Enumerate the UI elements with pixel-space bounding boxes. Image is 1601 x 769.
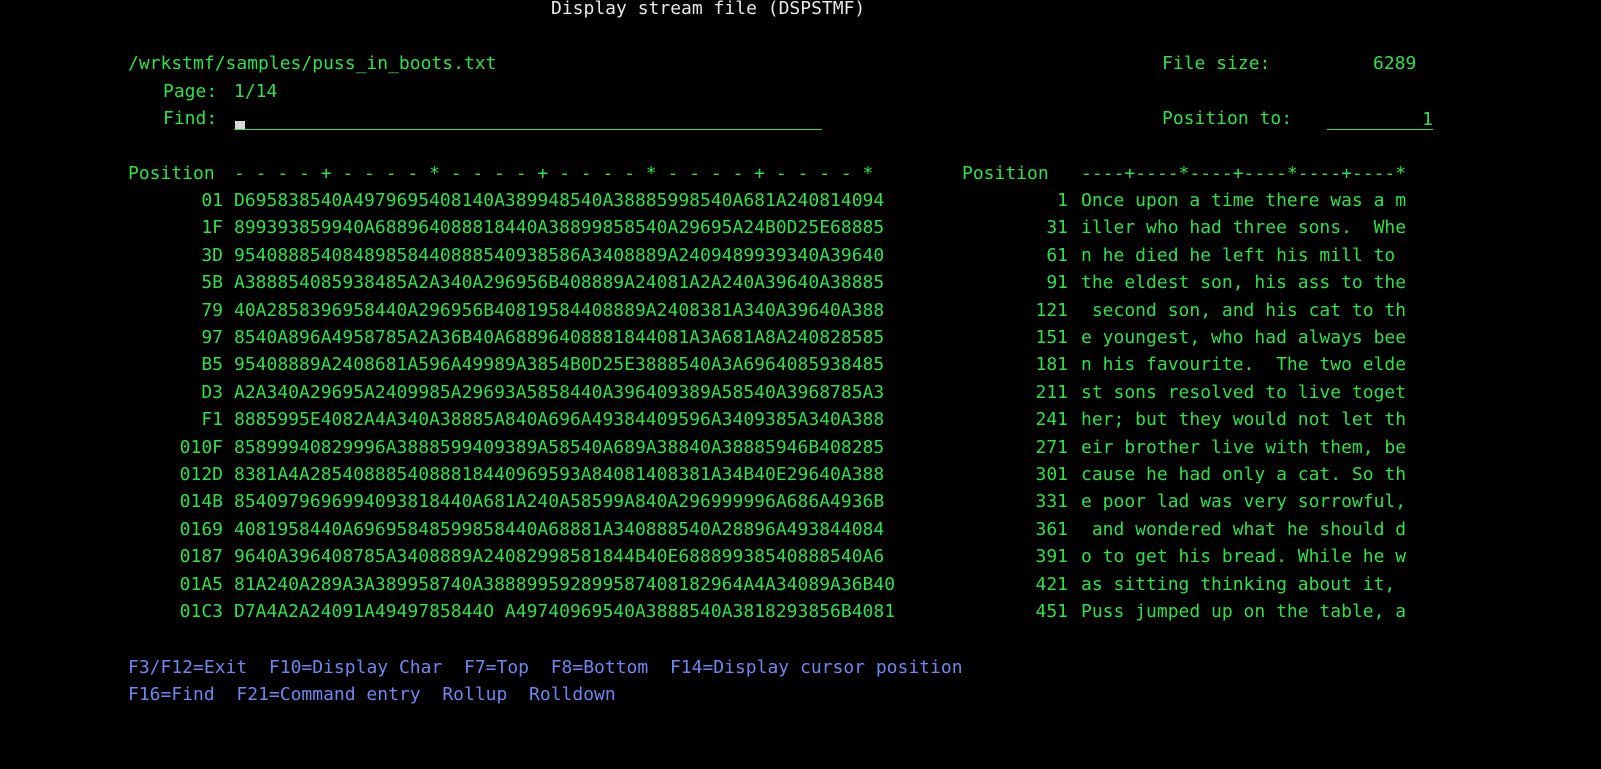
ruler-left: - - - - + - - - - * - - - - + - - - - * … (234, 163, 874, 184)
hex-position: 01A5 (179, 573, 223, 595)
ruler-right-label: Position (962, 163, 1049, 184)
page-value: 1/14 (234, 81, 278, 102)
char-position: 301 (1035, 464, 1068, 485)
hex-data: 8885995E4082A4A340A38885A840A696A4938440… (234, 409, 885, 431)
char-position: 241 (1035, 409, 1068, 431)
position-to-value: 1 (1422, 109, 1433, 130)
function-keys-line-2: F16=Find F21=Command entry Rollup Rolldo… (128, 684, 616, 706)
hex-position: B5 (201, 354, 223, 376)
hex-position: 5B (201, 272, 223, 294)
char-data: as sitting thinking about it, (1081, 573, 1407, 595)
char-position: 61 (1046, 244, 1068, 266)
hex-data: 85899940829996A3888599409389A58540A689A3… (234, 436, 885, 458)
char-data: the eldest son, his ass to the (1081, 272, 1407, 294)
char-data: Puss jumped up on the table, a (1081, 601, 1407, 622)
char-position: 361 (1035, 518, 1068, 540)
hex-position: D3 (201, 381, 223, 403)
char-position: 271 (1035, 436, 1068, 458)
char-position: 31 (1046, 217, 1068, 239)
hex-position: 3D (201, 244, 223, 266)
hex-position: 010F (179, 436, 223, 458)
screen-title: Display stream file (DSPSTMF) (551, 0, 866, 19)
ruler-right: ----+----*----+----*----+----* (1081, 163, 1407, 184)
char-position: 121 (1035, 299, 1068, 321)
hex-position: 012D (179, 464, 223, 485)
char-data: e youngest, who had always bee (1081, 327, 1407, 348)
hex-position: 1F (201, 217, 223, 239)
function-key[interactable]: F3/F12=Exit (128, 657, 247, 678)
hex-data: 9640A396408785A3408889A24082998581844B40… (234, 546, 885, 568)
char-position: 1 (1057, 190, 1068, 211)
find-label: Find: (163, 108, 218, 129)
file-path: /wrkstmf/samples/puss_in_boots.txt (128, 53, 497, 74)
char-data: Once upon a time there was a m (1081, 190, 1407, 211)
hex-position: 79 (201, 299, 223, 321)
text-cursor (235, 121, 245, 129)
char-position: 421 (1035, 573, 1068, 595)
hex-data: D695838540A4979695408140A389948540A38885… (234, 190, 885, 211)
function-key[interactable]: F21=Command entry (236, 684, 420, 705)
function-key[interactable]: F16=Find (128, 684, 215, 705)
find-input[interactable] (234, 109, 822, 130)
file-size-label: File size: (1162, 53, 1271, 74)
hex-position: 97 (201, 327, 223, 348)
hex-data: A2A340A29695A2409985A29693A5858440A39640… (234, 381, 885, 403)
char-data: iller who had three sons. Whe (1081, 217, 1407, 239)
char-data: second son, and his cat to th (1081, 299, 1407, 321)
char-position: 451 (1035, 601, 1068, 622)
char-data: n he died he left his mill to (1081, 244, 1407, 266)
char-data: st sons resolved to live toget (1081, 381, 1407, 403)
function-keys-line-1: F3/F12=Exit F10=Display Char F7=Top F8=B… (128, 657, 963, 679)
hex-data: 95408889A2408681A596A49989A3854B0D25E388… (234, 354, 885, 376)
position-to-input[interactable]: 1 (1327, 109, 1433, 130)
char-data: cause he had only a cat. So th (1081, 464, 1407, 485)
char-position: 181 (1035, 354, 1068, 376)
hex-data: 81A240A289A3A389958740A38889959289958740… (234, 573, 896, 595)
char-data: eir brother live with them, be (1081, 436, 1407, 458)
char-data: and wondered what he should d (1081, 518, 1407, 540)
hex-position: 0169 (179, 518, 223, 540)
function-key[interactable]: F8=Bottom (551, 657, 649, 678)
position-to-label: Position to: (1162, 108, 1293, 129)
function-key[interactable]: F14=Display cursor position (670, 657, 963, 678)
char-data: n his favourite. The two elde (1081, 354, 1407, 376)
char-data: e poor lad was very sorrowful, (1081, 491, 1407, 513)
page-label: Page: (163, 81, 218, 102)
function-key[interactable]: Rolldown (529, 684, 616, 705)
function-key[interactable]: F10=Display Char (269, 657, 442, 678)
char-position: 91 (1046, 272, 1068, 294)
hex-data: 8540979696994093818440A681A240A58599A840… (234, 491, 885, 513)
function-key[interactable]: F7=Top (464, 657, 529, 678)
char-data: o to get his bread. While he w (1081, 546, 1407, 568)
hex-data: 899393859940A688964088818440A38899858540… (234, 217, 885, 239)
hex-data: D7A4A2A24091A4949785844O A49740969540A38… (234, 601, 896, 622)
char-position: 211 (1035, 381, 1068, 403)
hex-position: 0187 (179, 546, 223, 568)
char-position: 391 (1035, 546, 1068, 568)
hex-data: A388854085938485A2A340A296956B408889A240… (234, 272, 885, 294)
hex-position: 01 (201, 190, 223, 211)
char-data: her; but they would not let th (1081, 409, 1407, 431)
ruler-left-label: Position (128, 163, 215, 184)
hex-position: 01C3 (179, 601, 223, 622)
hex-position: F1 (201, 409, 223, 431)
function-key[interactable]: Rollup (442, 684, 507, 705)
hex-data: 8540A896A4958785A2A36B40A688964088818440… (234, 327, 885, 348)
hex-data: 95408885408489858440888540938586A3408889… (234, 244, 885, 266)
hex-data: 8381A4A2854088854088818440969593A8408140… (234, 464, 885, 485)
char-position: 331 (1035, 491, 1068, 513)
hex-data: 40A2858396958440A296956B40819584408889A2… (234, 299, 885, 321)
hex-position: 014B (179, 491, 223, 513)
hex-data: 4081958440A69695848599858440A68881A34088… (234, 518, 885, 540)
char-position: 151 (1035, 327, 1068, 348)
file-size-value: 6289 (1373, 53, 1417, 74)
